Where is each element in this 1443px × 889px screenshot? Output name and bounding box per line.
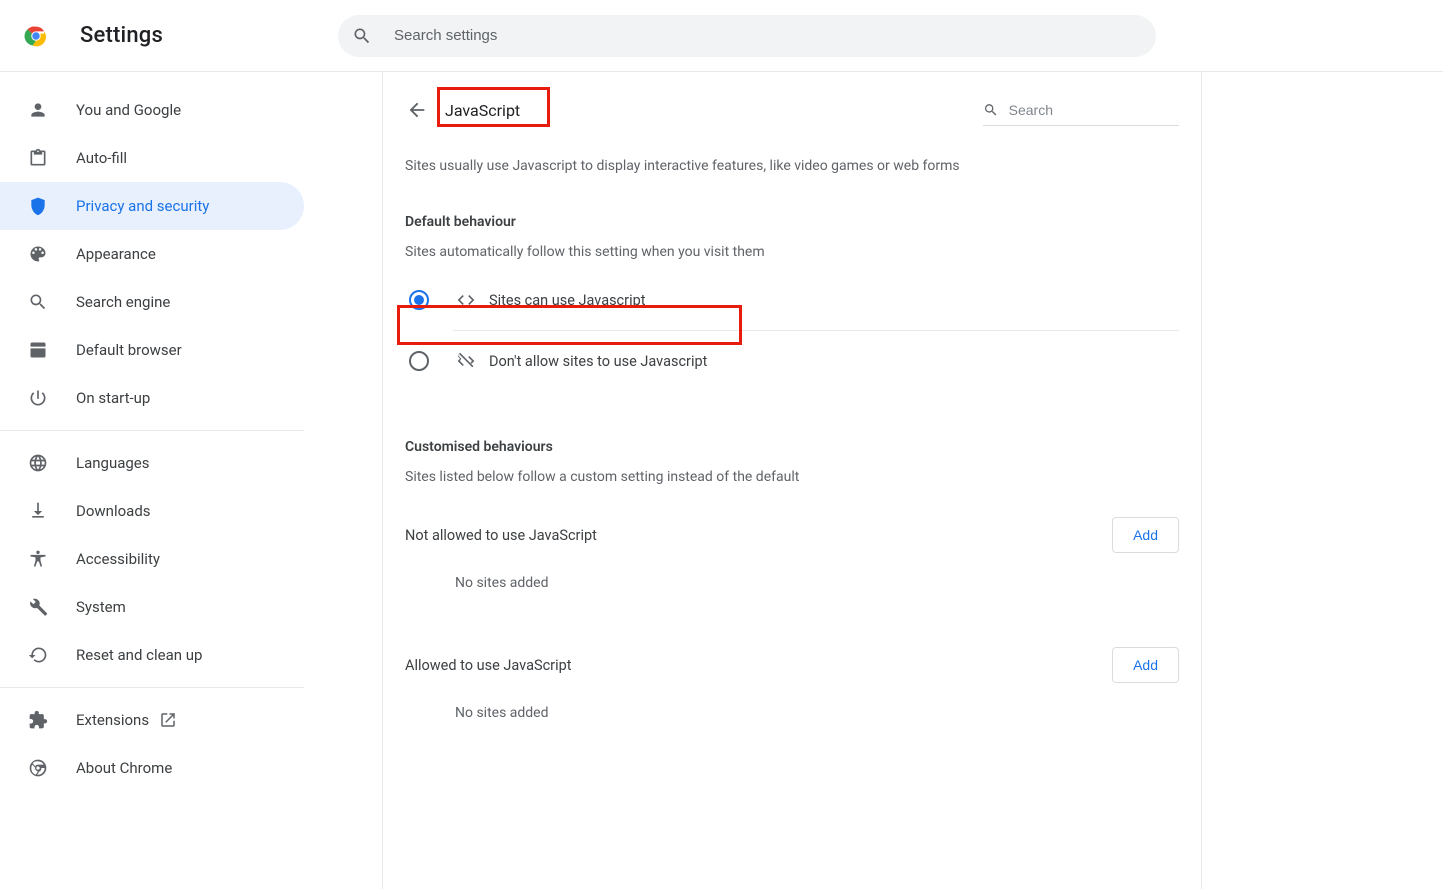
code-icon: [455, 290, 477, 310]
sidebar-item-default-browser[interactable]: Default browser: [0, 326, 304, 374]
sidebar-item-label: Privacy and security: [76, 197, 209, 215]
sidebar-item-appearance[interactable]: Appearance: [0, 230, 304, 278]
radio-dont-allow-javascript[interactable]: Don't allow sites to use Javascript: [405, 331, 1179, 391]
power-icon: [26, 388, 50, 408]
sidebar-item-privacy-and-security[interactable]: Privacy and security: [0, 182, 304, 230]
sidebar: You and Google Auto-fill Privacy and sec…: [0, 72, 304, 889]
sidebar-item-label: Languages: [76, 454, 150, 472]
customised-behaviours-subtitle: Sites listed below follow a custom setti…: [405, 469, 1179, 485]
search-icon: [352, 26, 372, 46]
extension-icon: [26, 710, 50, 730]
sidebar-item-on-startup[interactable]: On start-up: [0, 374, 304, 422]
default-behaviour-title: Default behaviour: [405, 214, 1179, 230]
settings-search[interactable]: [338, 15, 1156, 57]
chrome-outline-icon: [26, 758, 50, 778]
sidebar-item-label: Auto-fill: [76, 149, 127, 167]
sidebar-item-extensions[interactable]: Extensions: [0, 696, 304, 744]
sidebar-item-downloads[interactable]: Downloads: [0, 487, 304, 535]
palette-icon: [26, 244, 50, 264]
sidebar-item-system[interactable]: System: [0, 583, 304, 631]
sidebar-item-label: Reset and clean up: [76, 646, 202, 664]
back-button[interactable]: [405, 98, 429, 122]
page-title: JavaScript: [437, 97, 528, 124]
top-bar: Settings: [0, 0, 1443, 72]
radio-label: Don't allow sites to use Javascript: [489, 353, 707, 370]
sidebar-item-label: Search engine: [76, 293, 170, 311]
shield-icon: [26, 196, 50, 216]
page-description: Sites usually use Javascript to display …: [405, 158, 1179, 174]
app-title: Settings: [80, 23, 163, 48]
sidebar-item-label: You and Google: [76, 101, 181, 119]
clipboard-icon: [26, 148, 50, 168]
sidebar-item-label: Downloads: [76, 502, 151, 520]
inline-search[interactable]: [983, 94, 1179, 126]
radio-sites-can-use-javascript[interactable]: Sites can use Javascript: [405, 270, 1179, 330]
download-icon: [26, 501, 50, 521]
person-icon: [26, 100, 50, 120]
sidebar-item-you-and-google[interactable]: You and Google: [0, 86, 304, 134]
not-allowed-empty: No sites added: [455, 575, 1179, 591]
add-allowed-button[interactable]: Add: [1112, 647, 1179, 683]
inline-search-input[interactable]: [1009, 102, 1179, 118]
content-pane: JavaScript Sites usually use Javascript …: [382, 72, 1202, 889]
sidebar-item-label: Extensions: [76, 711, 149, 729]
sidebar-item-label: Accessibility: [76, 550, 160, 568]
allowed-empty: No sites added: [455, 705, 1179, 721]
sidebar-item-label: About Chrome: [76, 759, 172, 777]
accessibility-icon: [26, 549, 50, 569]
allowed-label: Allowed to use JavaScript: [405, 657, 571, 674]
sidebar-item-label: On start-up: [76, 389, 150, 407]
search-icon: [26, 292, 50, 312]
customised-behaviours-title: Customised behaviours: [405, 439, 1179, 455]
sidebar-separator: [0, 430, 304, 431]
arrow-back-icon: [406, 99, 428, 121]
radio-checked-icon: [409, 290, 429, 310]
sidebar-item-label: System: [76, 598, 126, 616]
sidebar-item-about-chrome[interactable]: About Chrome: [0, 744, 304, 792]
sidebar-item-search-engine[interactable]: Search engine: [0, 278, 304, 326]
sidebar-item-accessibility[interactable]: Accessibility: [0, 535, 304, 583]
restore-icon: [26, 645, 50, 665]
code-off-icon: [455, 351, 477, 371]
add-not-allowed-button[interactable]: Add: [1112, 517, 1179, 553]
sidebar-item-reset[interactable]: Reset and clean up: [0, 631, 304, 679]
not-allowed-label: Not allowed to use JavaScript: [405, 527, 597, 544]
settings-search-input[interactable]: [394, 27, 1142, 44]
wrench-icon: [26, 597, 50, 617]
sidebar-item-label: Appearance: [76, 245, 156, 263]
browser-icon: [26, 340, 50, 360]
sidebar-separator: [0, 687, 304, 688]
radio-label: Sites can use Javascript: [489, 292, 645, 309]
globe-icon: [26, 453, 50, 473]
sidebar-item-autofill[interactable]: Auto-fill: [0, 134, 304, 182]
sidebar-item-languages[interactable]: Languages: [0, 439, 304, 487]
chrome-logo-icon: [22, 22, 50, 50]
search-icon: [983, 101, 999, 119]
sidebar-item-label: Default browser: [76, 341, 182, 359]
open-in-new-icon: [159, 711, 177, 729]
radio-unchecked-icon: [409, 351, 429, 371]
default-behaviour-subtitle: Sites automatically follow this setting …: [405, 244, 1179, 260]
